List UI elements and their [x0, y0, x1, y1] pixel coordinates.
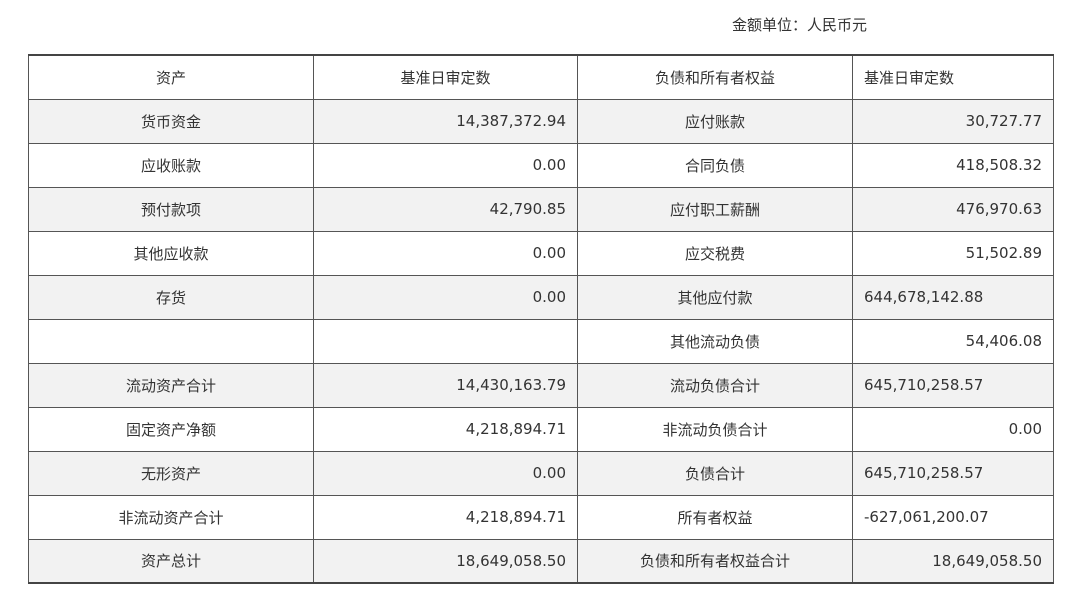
asset-value-cell: 14,387,372.94 — [313, 98, 578, 144]
table-row: 资产总计 18,649,058.50 负债和所有者权益合计 18,649,058.50 — [28, 538, 1054, 584]
header-assets: 资产 — [28, 54, 314, 100]
liability-item-cell: 其他流动负债 — [577, 318, 853, 364]
asset-item-cell: 存货 — [28, 274, 314, 320]
table-row: 存货 0.00 其他应付款 644,678,142.88 — [28, 274, 1054, 320]
liability-value-cell: 54,406.08 — [852, 318, 1054, 364]
asset-value-cell — [313, 318, 578, 364]
asset-item-cell — [28, 318, 314, 364]
asset-item-cell: 预付款项 — [28, 186, 314, 232]
liability-item-cell: 非流动负债合计 — [577, 406, 853, 452]
table-row: 流动资产合计 14,430,163.79 流动负债合计 645,710,258.57 — [28, 362, 1054, 408]
liability-item-cell: 流动负债合计 — [577, 362, 853, 408]
table-row: 预付款项 42,790.85 应付职工薪酬 476,970.63 — [28, 186, 1054, 232]
asset-item-cell: 固定资产净额 — [28, 406, 314, 452]
liability-item-cell: 负债和所有者权益合计 — [577, 538, 853, 584]
liability-item-cell: 其他应付款 — [577, 274, 853, 320]
liability-value-cell: -627,061,200.07 — [852, 494, 1054, 540]
table-row: 其他应收款 0.00 应交税费 51,502.89 — [28, 230, 1054, 276]
liability-value-cell: 18,649,058.50 — [852, 538, 1054, 584]
amount-unit-label: 金额单位：人民币元 — [732, 16, 868, 34]
liability-item-cell: 应付职工薪酬 — [577, 186, 853, 232]
asset-item-cell: 货币资金 — [28, 98, 314, 144]
asset-value-cell: 4,218,894.71 — [313, 494, 578, 540]
header-assets-audited-value: 基准日审定数 — [313, 54, 578, 100]
balance-sheet-table: 资产 基准日审定数 负债和所有者权益 基准日审定数 货币资金 14,387,372… — [28, 54, 1054, 584]
asset-item-cell: 流动资产合计 — [28, 362, 314, 408]
liability-item-cell: 应交税费 — [577, 230, 853, 276]
liability-value-cell: 418,508.32 — [852, 142, 1054, 188]
asset-value-cell: 18,649,058.50 — [313, 538, 578, 584]
table-row: 应收账款 0.00 合同负债 418,508.32 — [28, 142, 1054, 188]
asset-value-cell: 0.00 — [313, 142, 578, 188]
liability-item-cell: 负债合计 — [577, 450, 853, 496]
asset-item-cell: 非流动资产合计 — [28, 494, 314, 540]
table-header-row: 资产 基准日审定数 负债和所有者权益 基准日审定数 — [28, 54, 1054, 100]
liability-item-cell: 应付账款 — [577, 98, 853, 144]
asset-value-cell: 0.00 — [313, 450, 578, 496]
asset-value-cell: 4,218,894.71 — [313, 406, 578, 452]
table-row: 固定资产净额 4,218,894.71 非流动负债合计 0.00 — [28, 406, 1054, 452]
table-row: 非流动资产合计 4,218,894.71 所有者权益 -627,061,200.07 — [28, 494, 1054, 540]
liability-item-cell: 所有者权益 — [577, 494, 853, 540]
table-row: 其他流动负债 54,406.08 — [28, 318, 1054, 364]
liability-value-cell: 644,678,142.88 — [852, 274, 1054, 320]
liability-value-cell: 476,970.63 — [852, 186, 1054, 232]
asset-item-cell: 其他应收款 — [28, 230, 314, 276]
asset-item-cell: 应收账款 — [28, 142, 314, 188]
asset-item-cell: 资产总计 — [28, 538, 314, 584]
liability-value-cell: 645,710,258.57 — [852, 362, 1054, 408]
liability-value-cell: 51,502.89 — [852, 230, 1054, 276]
header-liabilities-equity: 负债和所有者权益 — [577, 54, 853, 100]
asset-value-cell: 14,430,163.79 — [313, 362, 578, 408]
asset-value-cell: 0.00 — [313, 230, 578, 276]
table-row: 货币资金 14,387,372.94 应付账款 30,727.77 — [28, 98, 1054, 144]
liability-value-cell: 645,710,258.57 — [852, 450, 1054, 496]
asset-item-cell: 无形资产 — [28, 450, 314, 496]
table-row: 无形资产 0.00 负债合计 645,710,258.57 — [28, 450, 1054, 496]
asset-value-cell: 42,790.85 — [313, 186, 578, 232]
asset-value-cell: 0.00 — [313, 274, 578, 320]
liability-value-cell: 30,727.77 — [852, 98, 1054, 144]
liability-item-cell: 合同负债 — [577, 142, 853, 188]
liability-value-cell: 0.00 — [852, 406, 1054, 452]
header-liabilities-audited-value: 基准日审定数 — [852, 54, 1054, 100]
